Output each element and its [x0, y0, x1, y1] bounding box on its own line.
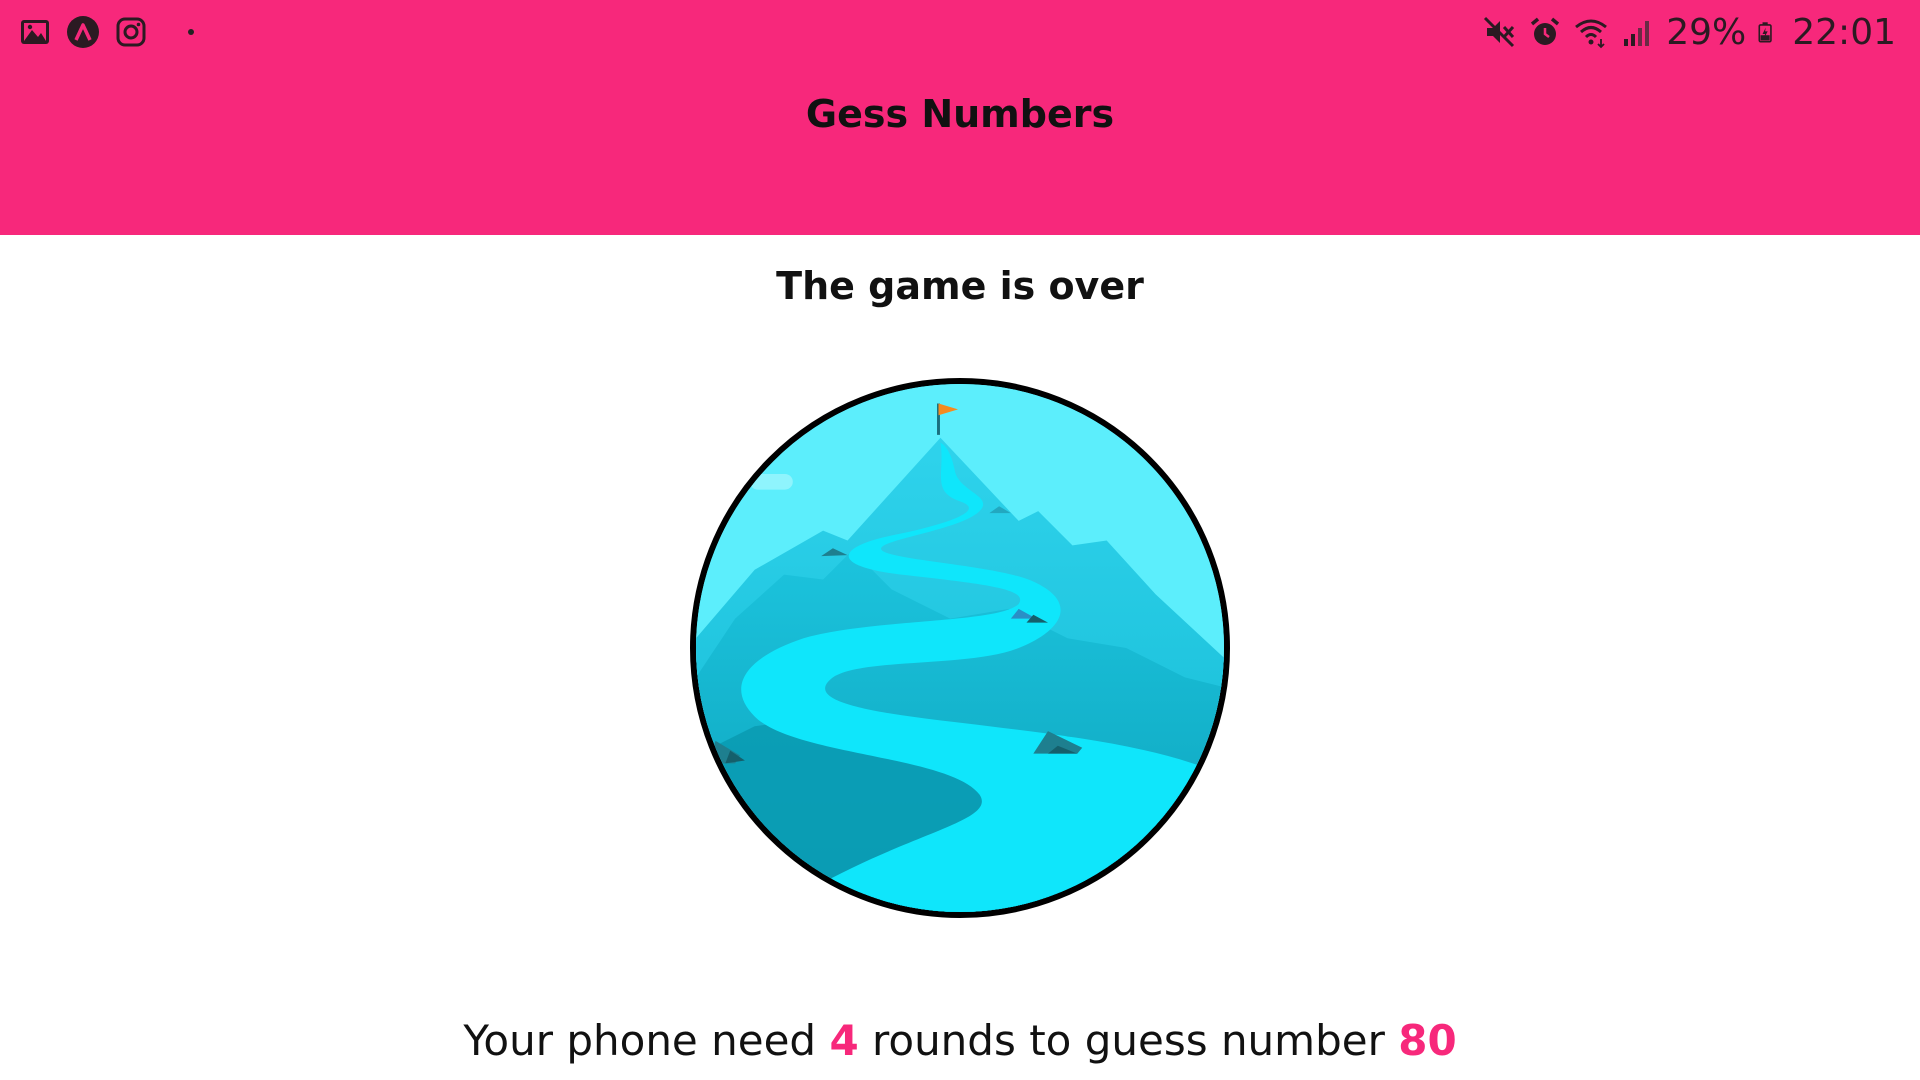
wifi-icon [1575, 19, 1608, 49]
instagram-icon [116, 17, 146, 47]
battery-charging-icon [1758, 22, 1772, 43]
mountain-summit-illustration [696, 384, 1224, 912]
mute-icon [1484, 16, 1515, 48]
clock-time: 22:01 [1792, 11, 1896, 53]
result-prefix: Your phone need [463, 1016, 830, 1065]
game-over-title: The game is over [776, 264, 1144, 308]
alarm-icon [1531, 17, 1560, 45]
status-bar: 29% 22:01 [0, 0, 1920, 64]
summit-image [690, 378, 1230, 918]
rounds-count: 4 [829, 1016, 859, 1065]
app-title: Gess Numbers [805, 92, 1115, 136]
game-over-screen: 29% 22:01 Gess Numbers The game is over [0, 0, 1920, 1080]
result-message: Your phone need 4 rounds to guess number… [0, 1016, 1920, 1065]
result-middle: rounds to guess number [858, 1016, 1399, 1065]
notification-dot-icon [188, 29, 194, 35]
battery-percent: 29% [1666, 11, 1747, 53]
signal-icon [1624, 21, 1650, 46]
status-bar-left [18, 12, 194, 52]
status-bar-right: 29% 22:01 [1482, 11, 1896, 53]
guessed-number: 80 [1398, 1016, 1457, 1065]
app-header: 29% 22:01 Gess Numbers [0, 0, 1920, 235]
gallery-icon [21, 20, 49, 44]
app-a-icon [67, 16, 99, 48]
